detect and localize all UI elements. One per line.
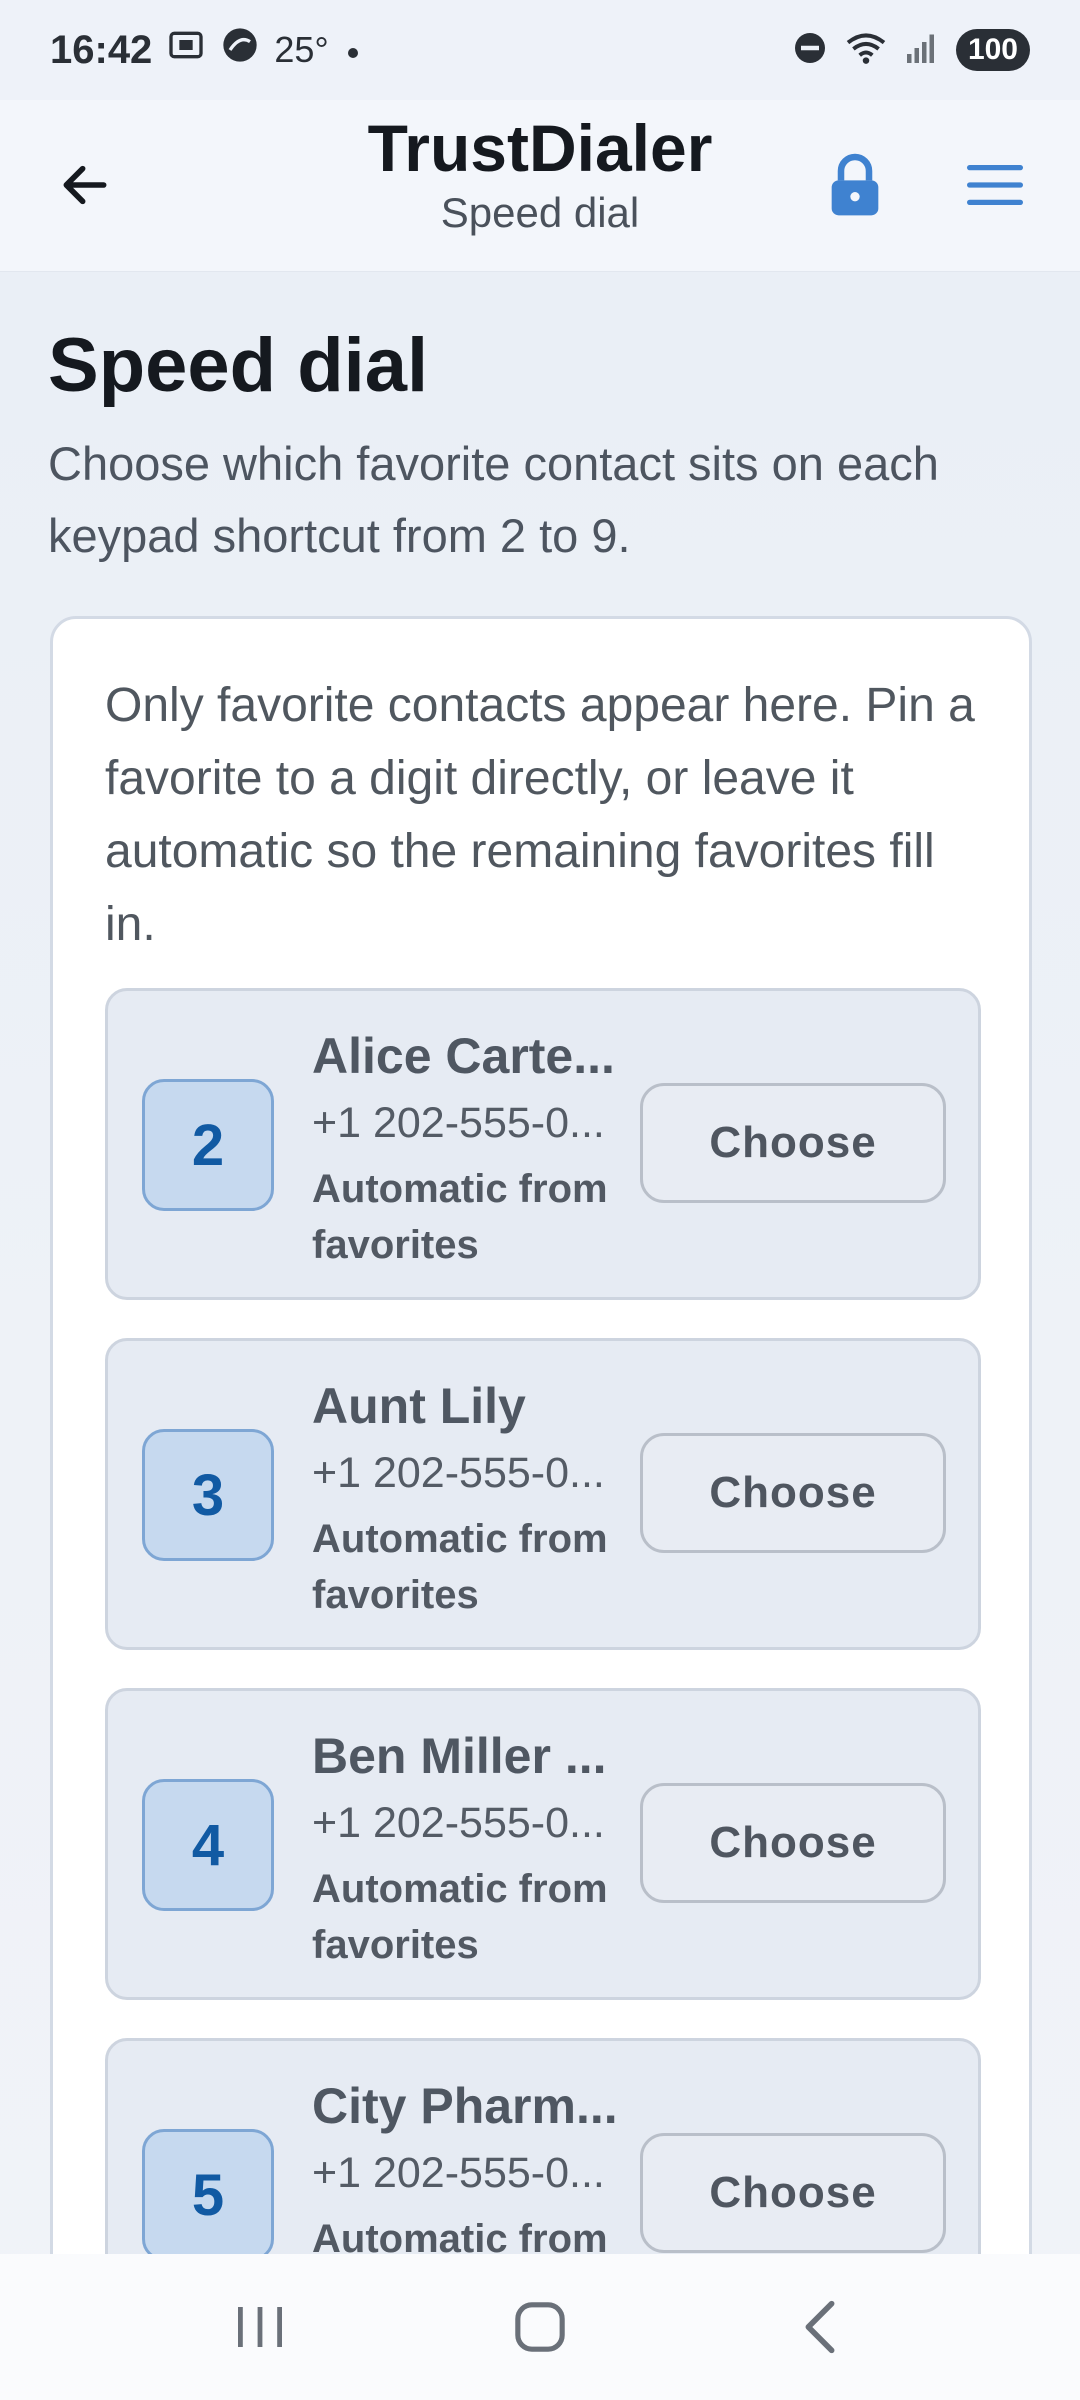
battery-level: 100 (955, 29, 1030, 71)
recents-button[interactable] (200, 2277, 320, 2377)
slot-contact-phone: +1 202-555-0... (312, 2149, 605, 2197)
home-button[interactable] (480, 2277, 600, 2377)
status-time: 16:42 (50, 27, 153, 72)
app-bar: TrustDialer Speed dial (0, 100, 1080, 272)
slot-contact-name: Aunt Lily (312, 1378, 526, 1434)
slot-digit: 4 (142, 1779, 274, 1911)
slot-digit: 2 (142, 1079, 274, 1211)
status-left: 16:42 25° (50, 25, 363, 75)
slot-contact-name: Ben Miller ... (312, 1728, 607, 1784)
status-right: 100 (792, 29, 1030, 71)
slot-contact-phone: +1 202-555-0... (312, 1799, 605, 1847)
slot-assignment-note: Automatic from favorites (312, 1517, 608, 1617)
signal-icon (904, 30, 940, 71)
app-subtitle: Speed dial (440, 189, 640, 236)
chevron-left-icon (805, 2300, 835, 2354)
home-icon (515, 2302, 565, 2352)
menu-button[interactable] (950, 140, 1040, 230)
speed-dial-slot: 4 Ben Miller ... +1 202-555-0... Automat… (105, 1688, 981, 2000)
choose-button[interactable]: Choose (640, 1083, 946, 1203)
speed-dial-card: Only favorite contacts appear here. Pin … (50, 616, 1032, 2400)
choose-button[interactable]: Choose (640, 2133, 946, 2253)
system-nav-bar (0, 2254, 1080, 2400)
screen: 16:42 25° 100 TrustDialer Speed dial Spe… (0, 0, 1080, 2400)
page-description: Choose which favorite contact sits on ea… (48, 437, 939, 562)
slot-digit: 5 (142, 2129, 274, 2261)
screenshot-icon (166, 25, 206, 75)
title-block: TrustDialer Speed dial (0, 108, 1080, 238)
slot-contact-phone: +1 202-555-0... (312, 1449, 605, 1497)
card-info-text: Only favorite contacts appear here. Pin … (105, 679, 975, 951)
app-title: TrustDialer (367, 111, 713, 185)
wifi-icon (844, 30, 888, 71)
hamburger-menu-icon (967, 165, 1023, 205)
dnd-icon (792, 30, 828, 71)
recents-icon (238, 2307, 282, 2347)
speed-dial-slot: 2 Alice Carte... +1 202-555-0... Automat… (105, 988, 981, 1300)
slot-contact-phone: +1 202-555-0... (312, 1099, 605, 1147)
lock-icon (831, 153, 879, 216)
slot-contact-name: City Pharm... (312, 2078, 618, 2134)
notification-dot-icon (343, 28, 363, 73)
choose-button[interactable]: Choose (640, 1783, 946, 1903)
choose-button[interactable]: Choose (640, 1433, 946, 1553)
slot-assignment-note: Automatic from favorites (312, 1167, 608, 1267)
weather-icon (220, 25, 260, 75)
status-temp: 25° (274, 29, 329, 70)
page-heading: Speed dial (48, 323, 429, 408)
status-bar: 16:42 25° 100 (0, 0, 1080, 100)
lock-button[interactable] (810, 140, 900, 230)
slot-assignment-note: Automatic from favorites (312, 1867, 608, 1967)
speed-dial-slot: 3 Aunt Lily +1 202-555-0... Automatic fr… (105, 1338, 981, 1650)
slot-digit: 3 (142, 1429, 274, 1561)
back-nav-button[interactable] (760, 2277, 880, 2377)
slot-contact-name: Alice Carte... (312, 1028, 615, 1084)
